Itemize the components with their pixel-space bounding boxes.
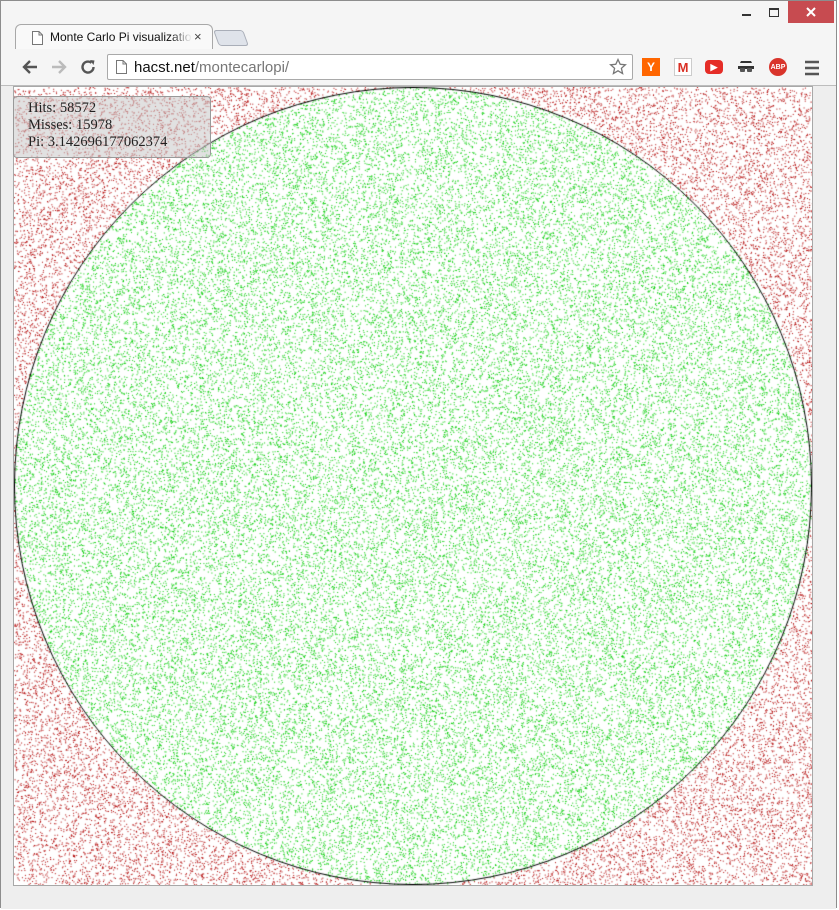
url-path: /montecarlopi/ xyxy=(194,59,290,76)
title-bar: Monte Carlo Pi visualizatio × xyxy=(1,1,836,50)
toolbar: hacst.net/montecarlopi/ Y M ▶ ABP xyxy=(1,49,836,86)
reload-icon[interactable] xyxy=(79,58,97,76)
url-text[interactable]: hacst.net/montecarlopi/ xyxy=(134,59,289,76)
visualization-area xyxy=(13,86,813,886)
url-host: hacst.net xyxy=(134,59,195,76)
window-controls xyxy=(732,1,834,27)
window-bottom-border xyxy=(1,886,836,909)
pi-label: Pi: xyxy=(28,134,45,150)
pi-value: 3.142696177062374 xyxy=(47,134,168,150)
back-arrow-icon[interactable] xyxy=(21,58,39,76)
bookmark-star-icon[interactable] xyxy=(609,58,627,76)
incognito-mask-icon[interactable] xyxy=(737,58,755,76)
misses-value: 15978 xyxy=(75,117,113,133)
tab-close-button[interactable]: × xyxy=(194,29,202,44)
page-icon xyxy=(116,60,127,74)
stats-panel: Hits: 58572 Misses: 15978 Pi: 3.14269617… xyxy=(13,96,211,158)
minimize-button[interactable] xyxy=(732,1,760,23)
hits-label: Hits: xyxy=(28,100,57,116)
browser-window: Monte Carlo Pi visualizatio × hacst.net/… xyxy=(0,0,837,909)
pi-line: Pi: 3.142696177062374 xyxy=(28,134,210,151)
hits-line: Hits: 58572 xyxy=(28,100,210,117)
close-icon xyxy=(806,7,816,17)
youtube-icon[interactable]: ▶ xyxy=(705,60,723,74)
misses-label: Misses: xyxy=(28,117,73,133)
maximize-button[interactable] xyxy=(760,1,788,23)
y-combinator-icon[interactable]: Y xyxy=(642,58,660,76)
hits-value: 58572 xyxy=(59,100,97,116)
maximize-icon xyxy=(769,7,779,17)
close-window-button[interactable] xyxy=(788,1,834,23)
gmail-icon[interactable]: M xyxy=(674,58,692,76)
tab-title: Monte Carlo Pi visualizatio xyxy=(50,30,192,44)
menu-hamburger-icon[interactable] xyxy=(803,59,821,77)
address-bar[interactable]: hacst.net/montecarlopi/ xyxy=(107,54,633,80)
forward-arrow-icon[interactable] xyxy=(50,58,68,76)
tab-monte-carlo[interactable]: Monte Carlo Pi visualizatio × xyxy=(15,24,213,50)
new-tab-button[interactable] xyxy=(213,30,249,46)
monte-carlo-canvas xyxy=(14,87,812,885)
misses-line: Misses: 15978 xyxy=(28,117,210,134)
adblock-plus-icon[interactable]: ABP xyxy=(769,58,787,76)
document-icon xyxy=(32,31,43,45)
minimize-icon xyxy=(741,14,751,16)
